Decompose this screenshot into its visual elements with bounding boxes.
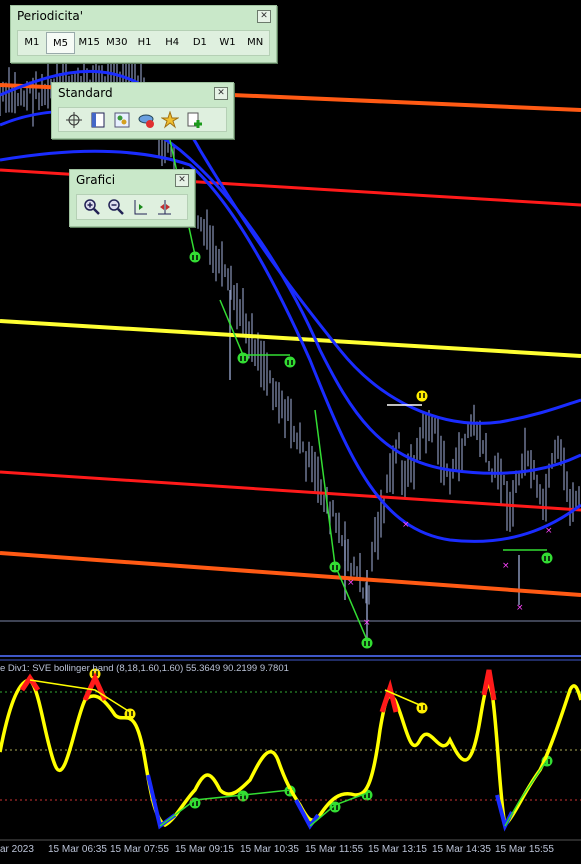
yellow-level-line <box>0 319 581 358</box>
close-icon[interactable]: ✕ <box>175 174 189 187</box>
buy-signal-icon <box>329 561 341 573</box>
time-label: ar 2023 <box>0 844 34 855</box>
cross-marker-icon: × <box>516 603 524 613</box>
toolbar-title: Periodicita' <box>17 9 84 23</box>
oscillator-line <box>0 678 581 829</box>
buy-signal-icon <box>189 251 201 263</box>
time-axis: ar 2023 15 Mar 06:35 15 Mar 07:55 15 Mar 09… <box>0 839 581 855</box>
time-label: 15 Mar 09:15 <box>175 844 234 855</box>
cross-marker-icon: × <box>502 561 510 571</box>
period-m15-button[interactable]: M15 <box>75 32 103 54</box>
buy-signal-icon <box>237 352 249 364</box>
buy-signal-icon <box>541 552 553 564</box>
red-channel-lower <box>0 470 581 512</box>
orange-channel-lower <box>0 551 581 597</box>
period-mn-button[interactable]: MN <box>241 32 269 54</box>
time-label: 15 Mar 15:55 <box>495 844 554 855</box>
zoom-out-icon[interactable] <box>104 196 128 218</box>
cross-marker-icon: × <box>545 526 553 536</box>
chart-shift-icon[interactable] <box>128 196 152 218</box>
time-label: 15 Mar 10:35 <box>240 844 299 855</box>
toolbar-title: Grafici <box>76 173 116 187</box>
period-m30-button[interactable]: M30 <box>103 32 131 54</box>
buy-signal-icon <box>361 637 373 649</box>
zoom-in-icon[interactable] <box>80 196 104 218</box>
favorites-icon[interactable] <box>158 109 182 131</box>
period-h1-button[interactable]: H1 <box>131 32 159 54</box>
auto-scroll-icon[interactable] <box>152 196 176 218</box>
time-label: 15 Mar 13:15 <box>368 844 427 855</box>
period-d1-button[interactable]: D1 <box>186 32 214 54</box>
market-watch-icon[interactable] <box>134 109 158 131</box>
standard-toolbar[interactable]: Standard ✕ <box>51 82 234 139</box>
cross-marker-icon: × <box>347 578 355 588</box>
buy-signal-icon <box>284 356 296 368</box>
cross-marker-icon: × <box>402 520 410 530</box>
new-order-icon[interactable] <box>182 109 206 131</box>
time-label: 15 Mar 07:55 <box>110 844 169 855</box>
crosshair-icon[interactable] <box>62 109 86 131</box>
data-window-icon[interactable] <box>86 109 110 131</box>
close-icon[interactable]: ✕ <box>257 10 271 23</box>
navigator-icon[interactable] <box>110 109 134 131</box>
signal-markers: × × × × × × <box>89 251 553 813</box>
indicator-label: e Div1: SVE bollinger band (8,18,1.60,1.… <box>0 663 289 674</box>
sell-signal-icon <box>416 390 428 402</box>
oscillator-panel <box>0 669 581 832</box>
time-label: 15 Mar 14:35 <box>432 844 491 855</box>
toolbar-title: Standard <box>58 86 113 100</box>
period-m5-button[interactable]: M5 <box>45 32 76 54</box>
timeframe-toolbar[interactable]: Periodicita' ✕ M1 M5 M15 M30 H1 H4 D1 W1 MN <box>10 5 277 63</box>
time-label: 15 Mar 11:55 <box>305 844 364 855</box>
time-label: 15 Mar 06:35 <box>48 844 107 855</box>
charts-toolbar[interactable]: Grafici ✕ <box>69 169 195 227</box>
cross-marker-icon: × <box>363 618 371 628</box>
divergence-lines <box>169 139 547 641</box>
period-h4-button[interactable]: H4 <box>158 32 186 54</box>
period-m1-button[interactable]: M1 <box>18 32 46 54</box>
period-w1-button[interactable]: W1 <box>214 32 242 54</box>
close-icon[interactable]: ✕ <box>214 87 228 100</box>
